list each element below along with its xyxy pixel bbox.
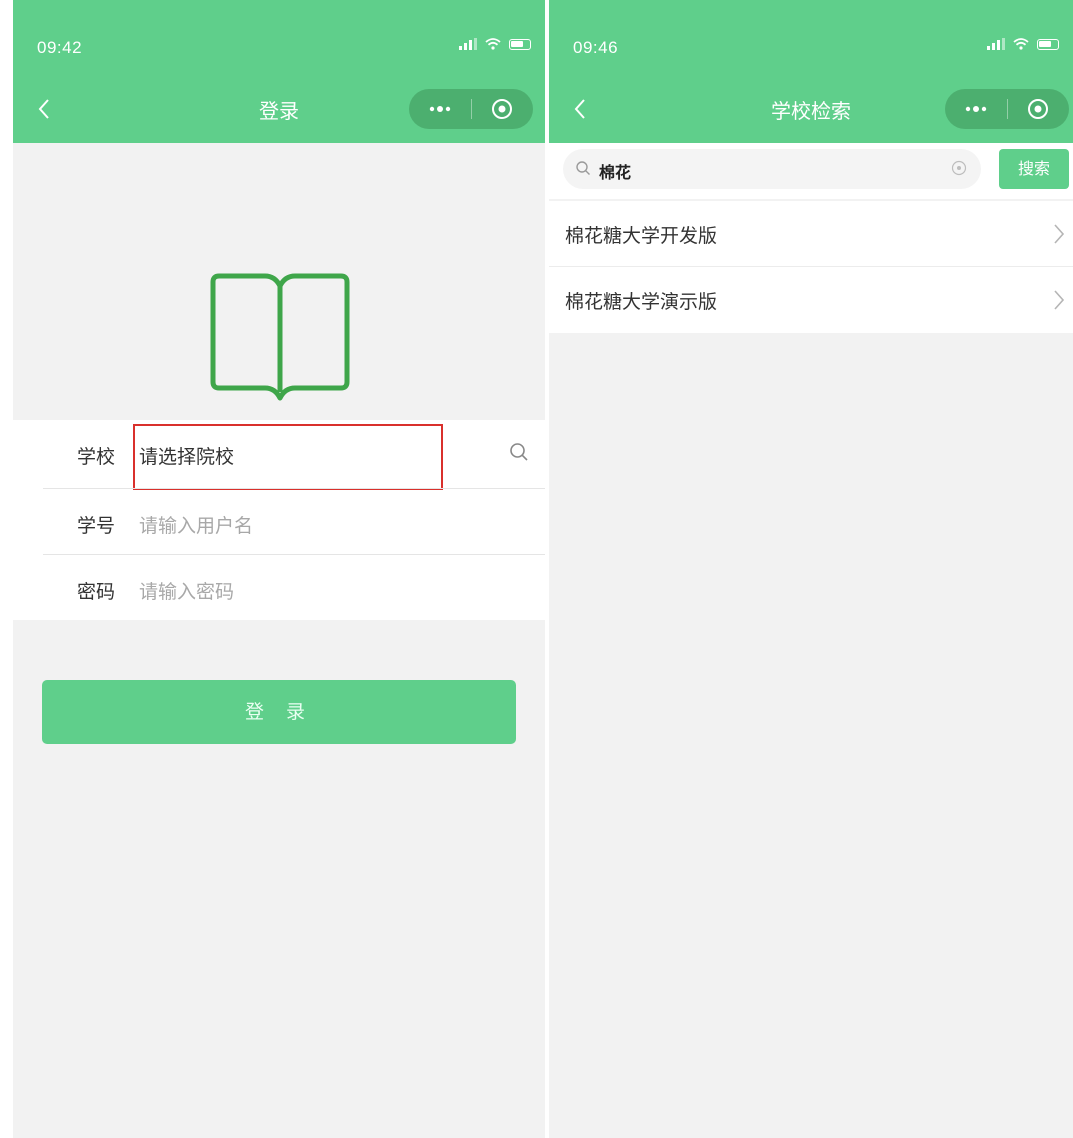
status-bar: 09:42 <box>13 0 545 75</box>
result-label: 棉花糖大学演示版 <box>565 291 718 313</box>
status-bar: 09:46 <box>549 0 1073 75</box>
search-button[interactable]: 搜索 <box>999 149 1069 189</box>
menu-capsule <box>409 89 533 129</box>
more-dots-icon[interactable] <box>409 89 471 129</box>
school-search-screen: 09:46 学校检索 棉花 搜索 棉花糖大学开发版 棉花糖大学演示版 <box>549 0 1073 1138</box>
signal-icon <box>459 38 477 50</box>
status-time: 09:46 <box>573 38 619 57</box>
wifi-icon <box>1013 38 1029 50</box>
status-icons <box>987 38 1059 50</box>
student-id-row: 学号 请输入用户名 <box>43 488 545 554</box>
clear-icon[interactable] <box>951 160 967 176</box>
book-icon <box>210 273 350 401</box>
login-form: 学校 请选择院校 学号 请输入用户名 密码 请输入密码 <box>13 420 545 620</box>
school-label: 学校 <box>77 446 116 468</box>
search-icon[interactable] <box>509 442 529 462</box>
search-bar: 棉花 搜索 <box>549 143 1073 199</box>
login-screen: 09:42 登录 学校 请选择院校 学号 请输入用户名 密码 请输入密码 登 录 <box>13 0 545 1138</box>
result-label: 棉花糖大学开发版 <box>565 225 718 247</box>
target-close-icon[interactable] <box>1008 89 1070 129</box>
status-time: 09:42 <box>37 38 83 57</box>
search-input[interactable]: 棉花 <box>563 149 981 189</box>
more-dots-icon[interactable] <box>945 89 1007 129</box>
menu-capsule <box>945 89 1069 129</box>
highlight-box <box>133 424 443 490</box>
search-query[interactable]: 棉花 <box>599 159 631 183</box>
signal-icon <box>987 38 1005 50</box>
student-id-input[interactable]: 请输入用户名 <box>139 511 253 538</box>
results-list: 棉花糖大学开发版 棉花糖大学演示版 <box>549 201 1073 333</box>
search-icon <box>576 161 590 175</box>
chevron-right-icon <box>1054 290 1065 310</box>
password-input[interactable]: 请输入密码 <box>139 577 234 604</box>
list-item[interactable]: 棉花糖大学开发版 <box>549 201 1073 267</box>
navbar: 登录 <box>13 75 545 143</box>
student-id-label: 学号 <box>77 515 116 537</box>
wifi-icon <box>485 38 501 50</box>
navbar: 学校检索 <box>549 75 1073 143</box>
battery-icon <box>509 38 531 50</box>
list-item[interactable]: 棉花糖大学演示版 <box>549 267 1073 333</box>
password-row: 密码 请输入密码 <box>43 554 545 620</box>
target-close-icon[interactable] <box>472 89 534 129</box>
status-icons <box>459 38 531 50</box>
battery-icon <box>1037 38 1059 50</box>
chevron-right-icon <box>1054 224 1065 244</box>
login-button[interactable]: 登 录 <box>42 680 516 744</box>
password-label: 密码 <box>77 581 116 603</box>
